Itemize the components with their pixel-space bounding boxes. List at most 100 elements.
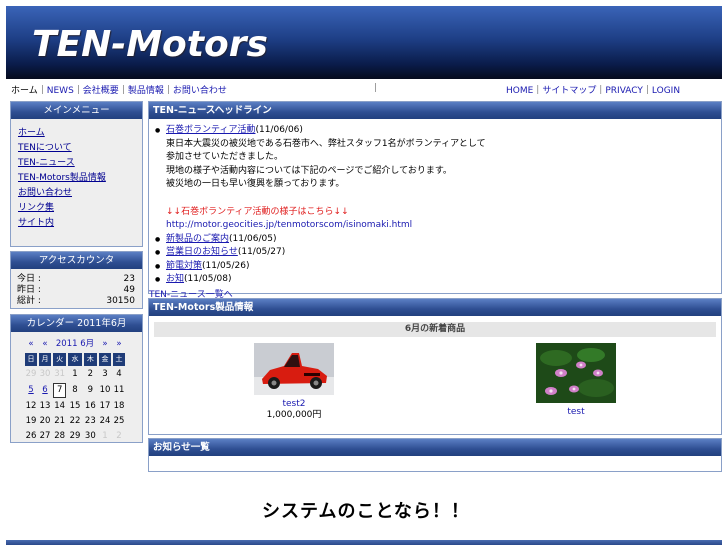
day-cell: 22 xyxy=(69,416,81,426)
day-cell: 11 xyxy=(113,385,125,395)
site-logo[interactable]: TEN-Motors xyxy=(32,24,268,65)
notice-panel: お知らせ一覧 xyxy=(148,438,722,472)
day-cell: 13 xyxy=(39,401,51,411)
day-cell: 30 xyxy=(84,431,96,441)
next-month-button[interactable]: » xyxy=(99,338,111,351)
calendar-title: カレンダー 2011年6月 xyxy=(11,315,142,332)
news-item: 営業日のお知らせ(11/05/27) xyxy=(155,246,721,260)
nav-item-sitemap[interactable]: サイトマップ xyxy=(542,86,596,96)
news-panel: TEN-ニュースヘッドライン 石巻ボランティア活動(11/06/06) 東日本大… xyxy=(148,101,722,300)
day-cell-link[interactable]: 5 xyxy=(25,383,37,398)
news-date: (11/06/05) xyxy=(229,233,277,244)
car-image[interactable] xyxy=(254,343,334,395)
day-cell: 18 xyxy=(113,401,125,411)
flower-image[interactable] xyxy=(536,343,616,403)
news-highlight: ↓↓石巻ボランティア活動の様子はこちら↓↓ xyxy=(166,206,349,217)
side-menu-list: ホーム TENについて TEN-ニュース TEN-Motors製品情報 お問い合… xyxy=(11,119,142,231)
menu-item-home[interactable]: ホーム xyxy=(18,128,45,138)
nav-item-news[interactable]: NEWS xyxy=(47,86,74,96)
calendar-grid: « « 2011 6月 » » 日 月 火 水 木 金 土 29 30 31 1… xyxy=(23,336,127,445)
nav-left: ホーム｜NEWS｜会社概要｜製品情報｜お問い合わせ xyxy=(11,86,227,96)
nav-item-login[interactable]: LOGIN xyxy=(652,86,680,96)
news-date: (11/05/27) xyxy=(237,247,286,257)
day-cell: 15 xyxy=(69,401,81,411)
day-cell: 10 xyxy=(99,385,111,395)
day-cell: 27 xyxy=(39,431,51,441)
day-cell: 21 xyxy=(54,416,66,426)
stat-value: 23 xyxy=(123,274,135,284)
day-cell: 1 xyxy=(72,369,78,379)
day-cell: 4 xyxy=(116,369,122,379)
day-cell-today: 7 xyxy=(53,383,67,398)
day-cell: 24 xyxy=(99,416,111,426)
side-menu: メインメニュー ホーム TENについて TEN-ニュース TEN-Motors製… xyxy=(10,101,143,247)
news-body-line: 参加させていただきました。 xyxy=(166,152,284,162)
day-cell: 16 xyxy=(84,401,96,411)
calendar-month-label: 2011 6月 xyxy=(55,339,95,349)
stat-label: 今日 : xyxy=(17,274,41,284)
day-cell: 29 xyxy=(69,431,81,441)
next-year-button[interactable]: » xyxy=(113,338,125,351)
menu-item-products[interactable]: TEN-Motors製品情報 xyxy=(18,173,106,183)
news-headline-link[interactable]: 新製品のご案内 xyxy=(166,234,229,244)
nav-item-products[interactable]: 製品情報 xyxy=(128,86,164,96)
products-subheader: 6月の新着商品 xyxy=(154,322,716,337)
news-headline-link[interactable]: お知 xyxy=(166,274,184,284)
nav-item-home[interactable]: ホーム xyxy=(11,86,38,96)
nav-item-home-en[interactable]: HOME xyxy=(506,86,533,96)
product-card: test2 1,000,000円 xyxy=(253,343,335,421)
day-cell: 2 xyxy=(87,369,94,379)
prev-month-button[interactable]: « xyxy=(39,338,51,351)
dow-cell: 月 xyxy=(39,353,51,366)
access-counter: アクセスカウンタ 今日 : 23 昨日 : 49 総計 : 30150 xyxy=(10,251,143,309)
nav-item-contact[interactable]: お問い合わせ xyxy=(173,86,227,96)
news-url-link[interactable]: http://motor.geocities.jp/tenmotorscom/i… xyxy=(166,220,412,230)
nav-right: HOME｜サイトマップ｜PRIVACY｜LOGIN xyxy=(506,86,681,96)
day-cell: 8 xyxy=(72,385,78,395)
stat-row: 今日 : 23 xyxy=(17,274,135,285)
day-cell: 20 xyxy=(39,416,51,426)
product-name-link[interactable]: test2 xyxy=(253,398,335,410)
news-item: お知(11/05/08) xyxy=(155,273,721,287)
top-nav: ホーム｜NEWS｜会社概要｜製品情報｜お問い合わせ ｜ HOME｜サイトマップ｜… xyxy=(6,80,722,97)
menu-item-news[interactable]: TEN-ニュース xyxy=(18,158,75,168)
dow-cell: 日 xyxy=(25,353,37,366)
day-cell: 12 xyxy=(25,401,37,411)
nav-item-company[interactable]: 会社概要 xyxy=(83,86,119,96)
day-cell: 9 xyxy=(87,385,94,395)
menu-item-about[interactable]: TENについて xyxy=(18,143,72,153)
prev-year-button[interactable]: « xyxy=(25,338,37,351)
news-item: 新製品のご案内(11/06/05) xyxy=(155,233,721,247)
news-headline-link[interactable]: 営業日のお知らせ xyxy=(166,247,238,257)
day-cell: 28 xyxy=(54,431,66,441)
nav-item-privacy[interactable]: PRIVACY xyxy=(605,86,643,96)
menu-item-contact[interactable]: お問い合わせ xyxy=(18,188,72,198)
day-cell: 19 xyxy=(25,416,37,426)
day-cell: 1 xyxy=(102,431,108,441)
menu-item-links[interactable]: リンク集 xyxy=(18,203,54,213)
news-body-line: 被災地の一日も早い復興を願っております。 xyxy=(166,179,345,189)
footer-bar xyxy=(6,540,722,545)
news-body-line: 現地の様子や活動内容については下記のページでご紹介しております。 xyxy=(166,165,452,176)
calendar: カレンダー 2011年6月 « « 2011 6月 » » 日 月 火 水 木 … xyxy=(10,314,143,443)
news-headline-link[interactable]: 石巻ボランティア活動 xyxy=(166,125,255,135)
product-price: 1,000,000円 xyxy=(266,410,322,420)
dow-cell: 金 xyxy=(99,353,111,366)
product-card: test xyxy=(535,343,617,418)
day-cell: 26 xyxy=(25,431,37,441)
side-menu-title: メインメニュー xyxy=(11,102,142,119)
footer-tagline: システムのことなら！！ xyxy=(262,501,470,522)
menu-item-site[interactable]: サイト内 xyxy=(18,218,54,228)
dow-cell: 火 xyxy=(53,353,67,366)
news-date: (11/05/26) xyxy=(202,260,250,271)
news-headline-link[interactable]: 節電対策 xyxy=(166,261,202,271)
day-cell: 29 xyxy=(25,369,37,379)
day-cell: 2 xyxy=(116,431,122,441)
news-item: 石巻ボランティア活動(11/06/06) xyxy=(155,124,721,138)
product-name-link[interactable]: test xyxy=(535,406,617,418)
day-cell-link[interactable]: 6 xyxy=(39,383,51,398)
site-header: TEN-Motors xyxy=(6,6,722,79)
products-panel: TEN-Motors製品情報 6月の新着商品 test2 1,000,000円 xyxy=(148,298,722,435)
day-cell: 23 xyxy=(84,416,96,426)
dow-cell: 木 xyxy=(83,353,97,366)
